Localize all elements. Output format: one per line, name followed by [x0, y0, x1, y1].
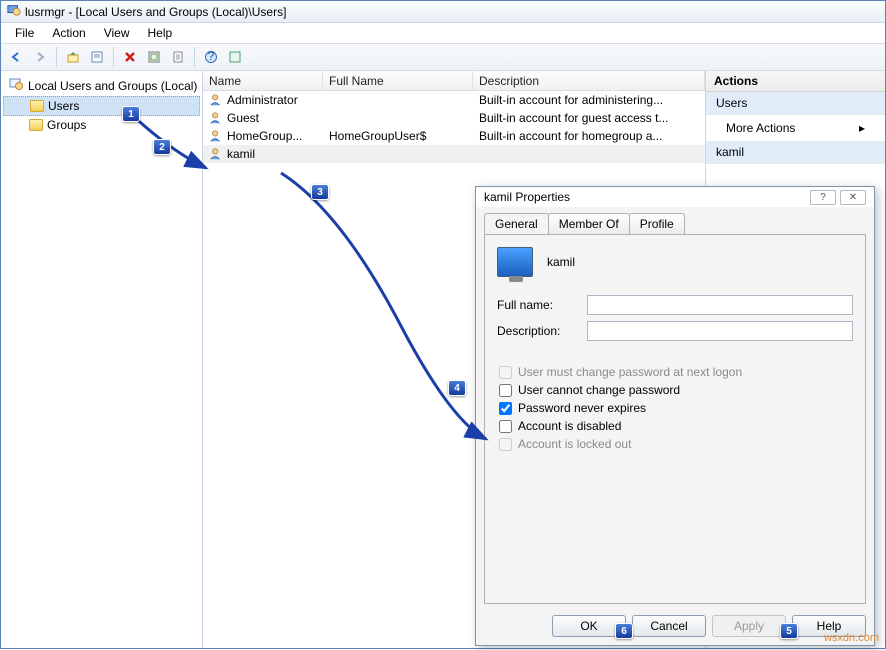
list-row[interactable]: AdministratorBuilt-in account for admini…	[203, 91, 705, 109]
tree-groups-label: Groups	[47, 118, 86, 132]
chevron-right-icon: ▸	[859, 121, 865, 135]
user-icon	[209, 147, 223, 161]
list-row[interactable]: HomeGroup...HomeGroupUser$Built-in accou…	[203, 127, 705, 145]
tab-memberof[interactable]: Member Of	[548, 213, 630, 234]
help-button[interactable]: ?	[200, 46, 222, 68]
list-header: Name Full Name Description	[203, 71, 705, 91]
col-name[interactable]: Name	[203, 71, 323, 90]
dialog-buttons: OK Cancel Apply Help	[552, 615, 866, 637]
extra-button[interactable]	[224, 46, 246, 68]
list-row[interactable]: kamil	[203, 145, 705, 163]
folder-icon	[29, 119, 43, 131]
dialog-tabs: General Member Of Profile	[484, 213, 866, 234]
check-neverexpires[interactable]	[499, 402, 512, 415]
tree-root[interactable]: Local Users and Groups (Local)	[3, 75, 200, 96]
properties-dialog: kamil Properties ? ✕ General Member Of P…	[475, 186, 875, 646]
annotation-5: 5	[780, 623, 798, 639]
check-cannotchange[interactable]	[499, 384, 512, 397]
tab-profile[interactable]: Profile	[629, 213, 685, 234]
dialog-username: kamil	[547, 255, 575, 269]
dialog-close-button[interactable]: ✕	[840, 190, 866, 205]
fullname-label: Full name:	[497, 298, 577, 312]
user-icon	[209, 111, 223, 125]
up-button[interactable]	[62, 46, 84, 68]
fullname-field[interactable]	[587, 295, 853, 315]
list-row[interactable]: GuestBuilt-in account for guest access t…	[203, 109, 705, 127]
export-button[interactable]	[167, 46, 189, 68]
check-disabled-label: Account is disabled	[518, 419, 621, 433]
actions-title: Actions	[706, 71, 885, 92]
cancel-button[interactable]: Cancel	[632, 615, 706, 637]
user-avatar-icon	[497, 247, 533, 277]
folder-icon	[30, 100, 44, 112]
tree-users-label: Users	[48, 99, 79, 113]
tree-users[interactable]: Users	[3, 96, 200, 116]
annotation-4: 4	[448, 380, 466, 396]
dialog-help-button[interactable]: ?	[810, 190, 836, 205]
tree-groups[interactable]: Groups	[3, 116, 200, 134]
check-disabled[interactable]	[499, 420, 512, 433]
refresh-button[interactable]	[143, 46, 165, 68]
computer-icon	[9, 77, 24, 94]
col-description[interactable]: Description	[473, 71, 705, 90]
forward-button[interactable]	[29, 46, 51, 68]
annotation-3: 3	[311, 184, 329, 200]
check-lockedout-label: Account is locked out	[518, 437, 631, 451]
properties-button[interactable]	[86, 46, 108, 68]
dialog-title: kamil Properties	[484, 190, 570, 204]
description-field[interactable]	[587, 321, 853, 341]
back-button[interactable]	[5, 46, 27, 68]
tree-pane: Local Users and Groups (Local) Users Gro…	[1, 71, 203, 648]
annotation-6: 6	[615, 623, 633, 639]
watermark: wsxdn.com	[824, 632, 879, 644]
check-cannotchange-label: User cannot change password	[518, 383, 680, 397]
main-window: lusrmgr - [Local Users and Groups (Local…	[0, 0, 886, 649]
window-title: lusrmgr - [Local Users and Groups (Local…	[25, 5, 286, 19]
annotation-1: 1	[122, 106, 140, 122]
svg-text:?: ?	[208, 50, 215, 63]
menubar: File Action View Help	[1, 23, 885, 43]
titlebar: lusrmgr - [Local Users and Groups (Local…	[1, 1, 885, 23]
tree-root-label: Local Users and Groups (Local)	[28, 79, 197, 93]
check-lockedout	[499, 438, 512, 451]
menu-action[interactable]: Action	[44, 24, 93, 42]
check-mustchange	[499, 366, 512, 379]
user-icon	[209, 93, 223, 107]
tab-body: kamil Full name: Description: User must …	[484, 234, 866, 604]
description-label: Description:	[497, 324, 577, 338]
actions-more-users[interactable]: More Actions ▸	[706, 115, 885, 141]
menu-view[interactable]: View	[96, 24, 138, 42]
actions-section-users: Users	[706, 92, 885, 115]
app-icon	[7, 3, 21, 20]
delete-button[interactable]	[119, 46, 141, 68]
menu-file[interactable]: File	[7, 24, 42, 42]
col-fullname[interactable]: Full Name	[323, 71, 473, 90]
actions-section-kamil: kamil	[706, 141, 885, 164]
check-mustchange-label: User must change password at next logon	[518, 365, 742, 379]
apply-button[interactable]: Apply	[712, 615, 786, 637]
menu-help[interactable]: Help	[140, 24, 181, 42]
user-icon	[209, 129, 223, 143]
annotation-2: 2	[153, 139, 171, 155]
dialog-titlebar: kamil Properties ? ✕	[476, 187, 874, 207]
check-neverexpires-label: Password never expires	[518, 401, 646, 415]
tab-general[interactable]: General	[484, 213, 549, 234]
toolbar: ?	[1, 43, 885, 71]
